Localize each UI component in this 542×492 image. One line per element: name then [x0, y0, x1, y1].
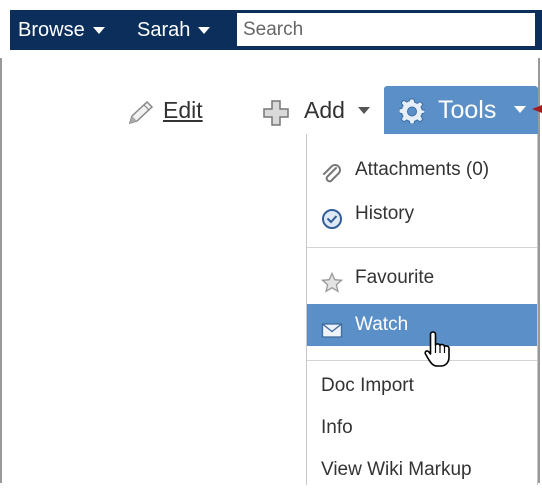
menu-item-view-wiki-markup[interactable]: View Wiki Markup: [307, 448, 537, 492]
plus-icon: [262, 97, 290, 141]
tools-label: Tools: [438, 96, 497, 124]
menu-item-label: View Wiki Markup: [321, 459, 472, 480]
menu-item-doc-import[interactable]: Doc Import: [307, 364, 537, 408]
user-menu[interactable]: Sarah: [137, 10, 211, 50]
menu-item-label: Favourite: [355, 267, 435, 288]
top-bar: Browse Sarah: [0, 0, 542, 58]
user-label: Sarah: [137, 19, 191, 41]
browse-menu[interactable]: Browse: [18, 10, 105, 50]
menu-item-label: Attachments (0): [355, 159, 490, 180]
edit-label: Edit: [163, 97, 203, 123]
pencil-icon: [126, 97, 156, 141]
gear-icon: [398, 98, 426, 129]
menu-item-label: History: [355, 203, 415, 224]
tools-button[interactable]: Tools: [384, 86, 538, 134]
menu-item-favourite[interactable]: Favourite: [307, 256, 537, 300]
menu-item-label: Watch: [355, 314, 409, 335]
browse-label: Browse: [18, 19, 85, 41]
envelope-icon: [321, 314, 343, 356]
chevron-down-icon: [92, 27, 105, 35]
menu-item-attachments[interactable]: Attachments (0): [307, 148, 537, 192]
chevron-down-icon: [358, 107, 370, 114]
tools-dropdown-menu: Attachments (0) History Favourite Watch: [306, 134, 538, 485]
pointer-arrow-icon: [532, 105, 542, 113]
menu-item-info[interactable]: Info: [307, 406, 537, 450]
menu-item-label: Doc Import: [321, 375, 414, 396]
clock-icon: [321, 203, 343, 247]
menu-divider: [307, 360, 537, 361]
menu-item-history[interactable]: History: [307, 192, 537, 236]
menu-item-watch[interactable]: Watch: [307, 304, 537, 346]
chevron-down-icon: [514, 106, 526, 113]
add-button[interactable]: Add: [262, 88, 378, 132]
menu-item-label: Info: [321, 417, 353, 438]
menu-divider: [307, 247, 537, 248]
hand-cursor-icon: [424, 331, 450, 367]
chevron-down-icon: [198, 27, 211, 35]
search-input[interactable]: [236, 12, 536, 47]
add-label: Add: [304, 97, 345, 123]
edit-button[interactable]: Edit: [124, 88, 216, 132]
